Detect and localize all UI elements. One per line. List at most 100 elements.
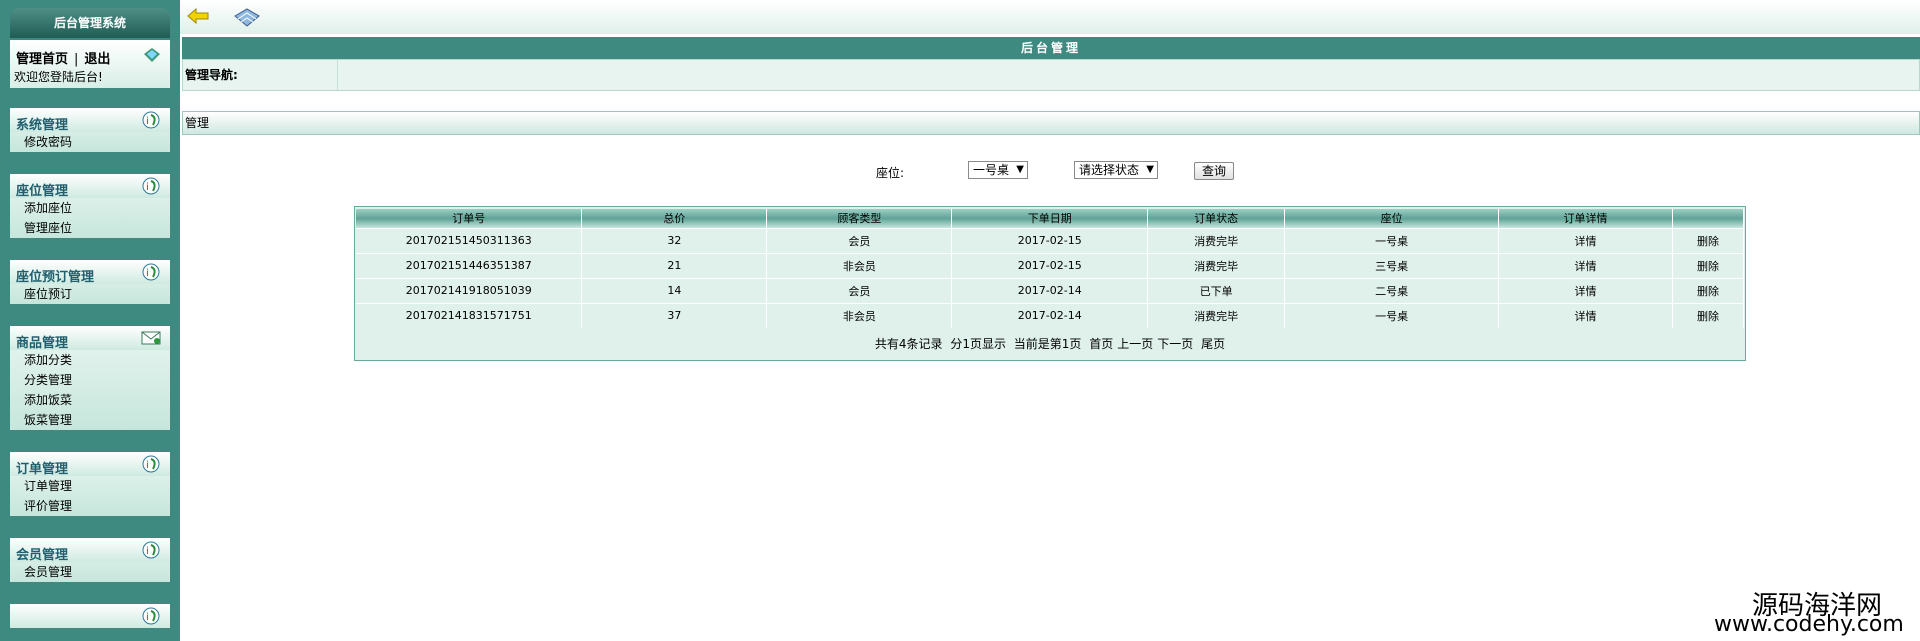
menu-head-empty[interactable]: i (10, 604, 170, 628)
dropdown-arrow-icon: ▼ (1146, 164, 1154, 175)
menu-empty: i (10, 604, 170, 628)
cell-order-date: 2017-02-15 (951, 252, 1149, 278)
table-header-row: 订单号 总价 顾客类型 下单日期 订单状态 座位 订单详情 (356, 209, 1745, 228)
cell-total: 14 (581, 277, 768, 303)
orders-table: 订单号 总价 顾客类型 下单日期 订单状态 座位 订单详情 2017021514… (356, 209, 1745, 328)
cell-order-no: 201702151450311363 (356, 227, 583, 253)
menu-item-add-seat[interactable]: 添加座位 (10, 198, 170, 218)
menu-item-review-manage[interactable]: 评价管理 (10, 496, 170, 516)
col-actions (1672, 209, 1745, 228)
status-select-value: 请选择状态 (1079, 163, 1140, 177)
seat-select-value: 一号桌 (973, 163, 1010, 177)
table-row: 201702151446351387 21 非会员 2017-02-15 消费完… (356, 252, 1745, 278)
delete-link[interactable]: 删除 (1672, 277, 1745, 303)
delete-link[interactable]: 删除 (1672, 302, 1745, 328)
menu-item-manage-seat[interactable]: 管理座位 (10, 218, 170, 238)
svg-text:i: i (146, 546, 149, 557)
cell-order-date: 2017-02-14 (951, 302, 1149, 328)
info-badge-icon: i (142, 263, 160, 281)
menu-head-goods[interactable]: 商品管理 (10, 326, 170, 351)
status-select[interactable]: 请选择状态 ▼ (1074, 161, 1158, 179)
menu-item-manage-dish[interactable]: 饭菜管理 (10, 410, 170, 430)
svg-text:i: i (146, 116, 149, 127)
detail-link[interactable]: 详情 (1498, 227, 1673, 253)
menu-item-change-password[interactable]: 修改密码 (10, 132, 170, 152)
welcome-text: 欢迎您登陆后台! (14, 70, 103, 84)
menu-seat-booking: 座位预订管理 i 座位预订 (10, 260, 170, 304)
pager-pages: 分1页显示 (950, 337, 1006, 351)
cell-order-no: 201702141831571751 (356, 302, 583, 328)
detail-link[interactable]: 详情 (1498, 277, 1673, 303)
menu-order: 订单管理 i 订单管理 评价管理 (10, 452, 170, 516)
cell-order-date: 2017-02-15 (951, 227, 1149, 253)
col-order-no: 订单号 (356, 209, 583, 228)
col-order-status: 订单状态 (1147, 209, 1286, 228)
menu-title-member: 会员管理 (16, 548, 69, 563)
query-button[interactable]: 查询 (1194, 162, 1234, 180)
table-row: 201702141831571751 37 非会员 2017-02-14 消费完… (356, 302, 1745, 328)
cell-seat: 三号桌 (1284, 252, 1500, 278)
menu-head-member[interactable]: 会员管理 i (10, 538, 170, 563)
menu-member: 会员管理 i 会员管理 (10, 538, 170, 582)
cell-total: 21 (581, 252, 768, 278)
col-order-detail: 订单详情 (1498, 209, 1673, 228)
menu-item-member-manage[interactable]: 会员管理 (10, 562, 170, 582)
info-badge-icon: i (142, 607, 160, 625)
menu-item-manage-category[interactable]: 分类管理 (10, 370, 170, 390)
cell-order-date: 2017-02-14 (951, 277, 1149, 303)
cell-order-no: 201702151446351387 (356, 252, 583, 278)
section-title: 管理 (182, 111, 1920, 135)
back-arrow-icon[interactable] (186, 8, 210, 24)
svg-text:i: i (146, 268, 149, 279)
orders-table-panel: 订单号 总价 顾客类型 下单日期 订单状态 座位 订单详情 2017021514… (354, 206, 1746, 361)
menu-item-order-manage[interactable]: 订单管理 (10, 476, 170, 496)
user-links: 管理首页 | 退出 (16, 48, 110, 67)
col-order-date: 下单日期 (951, 209, 1149, 228)
cell-total: 37 (581, 302, 768, 328)
nav-label: 管理导航: (183, 60, 338, 90)
info-badge-icon: i (142, 455, 160, 473)
pager-prev[interactable]: 上一页 (1117, 337, 1153, 351)
menu-title-seat-booking: 座位预订管理 (16, 270, 95, 285)
pager: 共有4条记录 分1页显示 当前是第1页 首页 上一页 下一页 尾页 (355, 333, 1745, 355)
menu-item-add-dish[interactable]: 添加饭菜 (10, 390, 170, 410)
pager-last[interactable]: 尾页 (1201, 337, 1225, 351)
pager-first[interactable]: 首页 (1089, 337, 1113, 351)
pager-current: 当前是第1页 (1013, 337, 1082, 351)
cell-customer-type: 会员 (766, 277, 953, 303)
pager-next[interactable]: 下一页 (1157, 337, 1193, 351)
svg-text:i: i (146, 460, 149, 471)
cell-order-status: 消费完毕 (1147, 302, 1286, 328)
delete-link[interactable]: 删除 (1672, 227, 1745, 253)
detail-link[interactable]: 详情 (1498, 252, 1673, 278)
delete-link[interactable]: 删除 (1672, 252, 1745, 278)
logout-link[interactable]: 退出 (84, 52, 110, 67)
cell-seat: 二号桌 (1284, 277, 1500, 303)
user-badge-icon (144, 48, 160, 62)
watermark-url: www.codehy.com (1714, 612, 1904, 637)
cell-seat: 一号桌 (1284, 302, 1500, 328)
pager-total: 共有4条记录 (874, 337, 943, 351)
menu-head-seat-booking[interactable]: 座位预订管理 i (10, 260, 170, 285)
info-badge-icon: i (142, 111, 160, 129)
menu-system: 系统管理 i 修改密码 (10, 108, 170, 152)
filter-bar: 座位: 一号桌 ▼ 请选择状态 ▼ 查询 (0, 160, 1920, 182)
cell-seat: 一号桌 (1284, 227, 1500, 253)
link-separator: | (74, 52, 79, 67)
menu-head-order[interactable]: 订单管理 i (10, 452, 170, 477)
menu-head-system[interactable]: 系统管理 i (10, 108, 170, 133)
page-header: 后台管理 (182, 37, 1920, 59)
menu-title-order: 订单管理 (16, 462, 69, 477)
cell-customer-type: 非会员 (766, 302, 953, 328)
home-link[interactable]: 管理首页 (16, 52, 68, 67)
menu-item-seat-booking[interactable]: 座位预订 (10, 284, 170, 304)
table-row: 201702151450311363 32 会员 2017-02-15 消费完毕… (356, 227, 1745, 253)
cell-customer-type: 非会员 (766, 252, 953, 278)
menu-item-add-category[interactable]: 添加分类 (10, 350, 170, 370)
menu-goods: 商品管理 添加分类 分类管理 添加饭菜 饭菜管理 (10, 326, 170, 430)
seat-select[interactable]: 一号桌 ▼ (968, 161, 1028, 179)
notebook-icon[interactable] (232, 6, 262, 30)
cell-customer-type: 会员 (766, 227, 953, 253)
detail-link[interactable]: 详情 (1498, 302, 1673, 328)
sidebar: 后台管理系统 管理首页 | 退出 欢迎您登陆后台! 系统管理 i 修改密码 座位管理… (0, 0, 180, 641)
